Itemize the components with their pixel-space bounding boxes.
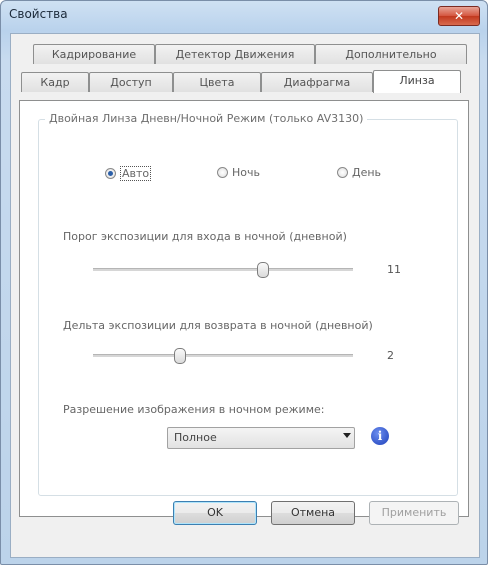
ok-button[interactable]: OK xyxy=(173,501,257,525)
tab-access[interactable]: Доступ xyxy=(89,72,173,92)
cancel-button[interactable]: Отмена xyxy=(271,501,355,525)
radio-night-indicator xyxy=(217,167,228,178)
threshold-slider[interactable] xyxy=(93,259,353,279)
radio-day[interactable]: День xyxy=(337,166,381,179)
tab-row-front: Кадр Доступ Цвета Диафрагма Линза xyxy=(11,70,479,93)
delta-thumb[interactable] xyxy=(173,348,186,364)
tab-motion-detector[interactable]: Детектор Движения xyxy=(155,44,315,64)
delta-slider[interactable] xyxy=(93,345,353,365)
properties-window: Свойства ✕ Кадрирование Детектор Движени… xyxy=(0,0,488,565)
tab-aperture[interactable]: Диафрагма xyxy=(261,72,373,92)
radio-auto[interactable]: Авто xyxy=(105,166,152,181)
tab-cropping[interactable]: Кадрирование xyxy=(33,44,155,64)
close-button[interactable]: ✕ xyxy=(438,6,480,26)
tab-advanced[interactable]: Дополнительно xyxy=(315,44,467,64)
resolution-select[interactable]: Полное xyxy=(167,427,355,449)
radio-auto-indicator xyxy=(105,168,116,179)
title-bar[interactable]: Свойства ✕ xyxy=(1,1,487,31)
delta-value: 2 xyxy=(387,349,394,362)
radio-day-indicator xyxy=(337,167,348,178)
threshold-thumb[interactable] xyxy=(257,262,269,278)
resolution-label: Разрешение изображения в ночном режиме: xyxy=(63,403,325,416)
radio-night[interactable]: Ночь xyxy=(217,166,260,179)
radio-night-label: Ночь xyxy=(232,166,260,179)
tab-lens[interactable]: Линза xyxy=(373,70,461,93)
delta-label: Дельта экспозиции для возврата в ночной … xyxy=(63,319,373,332)
tab-row-back: Кадрирование Детектор Движения Дополните… xyxy=(11,44,479,64)
tab-frame[interactable]: Кадр xyxy=(21,72,89,92)
window-title: Свойства xyxy=(9,7,68,21)
threshold-label: Порог экспозиции для входа в ночной (дне… xyxy=(63,230,347,243)
tab-colors[interactable]: Цвета xyxy=(173,72,261,92)
threshold-value: 11 xyxy=(387,263,401,276)
dropdown-arrow-icon xyxy=(343,433,351,438)
group-title: Двойная Линза Дневн/Ночной Режим (только… xyxy=(45,112,368,125)
delta-track xyxy=(93,354,353,357)
info-icon[interactable]: i xyxy=(371,427,389,445)
apply-button[interactable]: Применить xyxy=(369,501,459,525)
radio-auto-label: Авто xyxy=(120,166,152,181)
threshold-track xyxy=(93,268,353,271)
radio-day-label: День xyxy=(352,166,382,179)
resolution-select-value: Полное xyxy=(174,431,217,444)
